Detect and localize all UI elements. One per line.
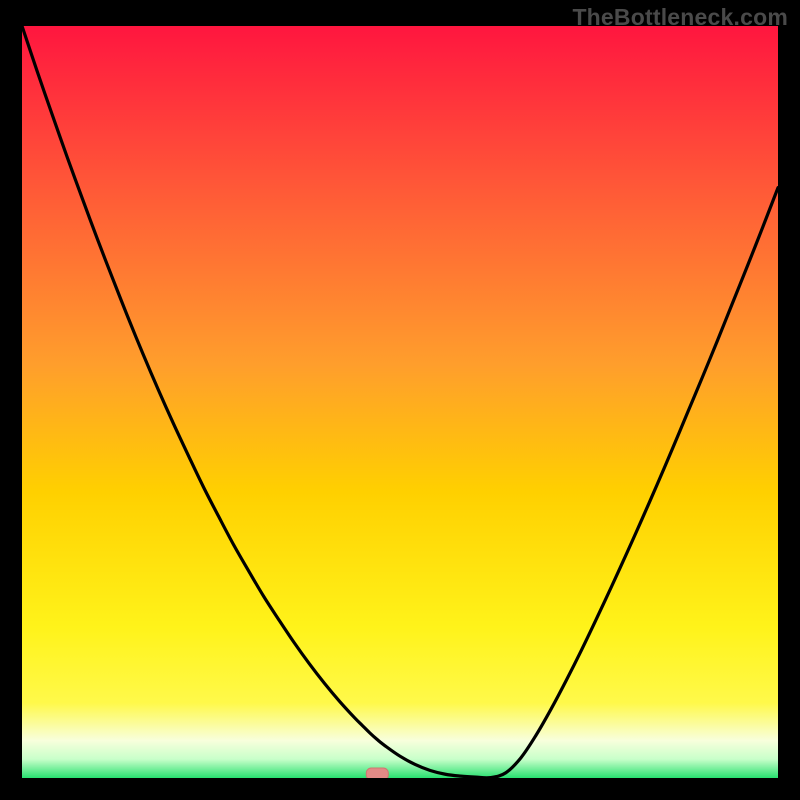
chart-svg: [22, 26, 778, 778]
gradient-background: [22, 26, 778, 778]
plot-area: [22, 26, 778, 778]
minimum-marker: [366, 768, 388, 778]
chart-frame: TheBottleneck.com: [0, 0, 800, 800]
